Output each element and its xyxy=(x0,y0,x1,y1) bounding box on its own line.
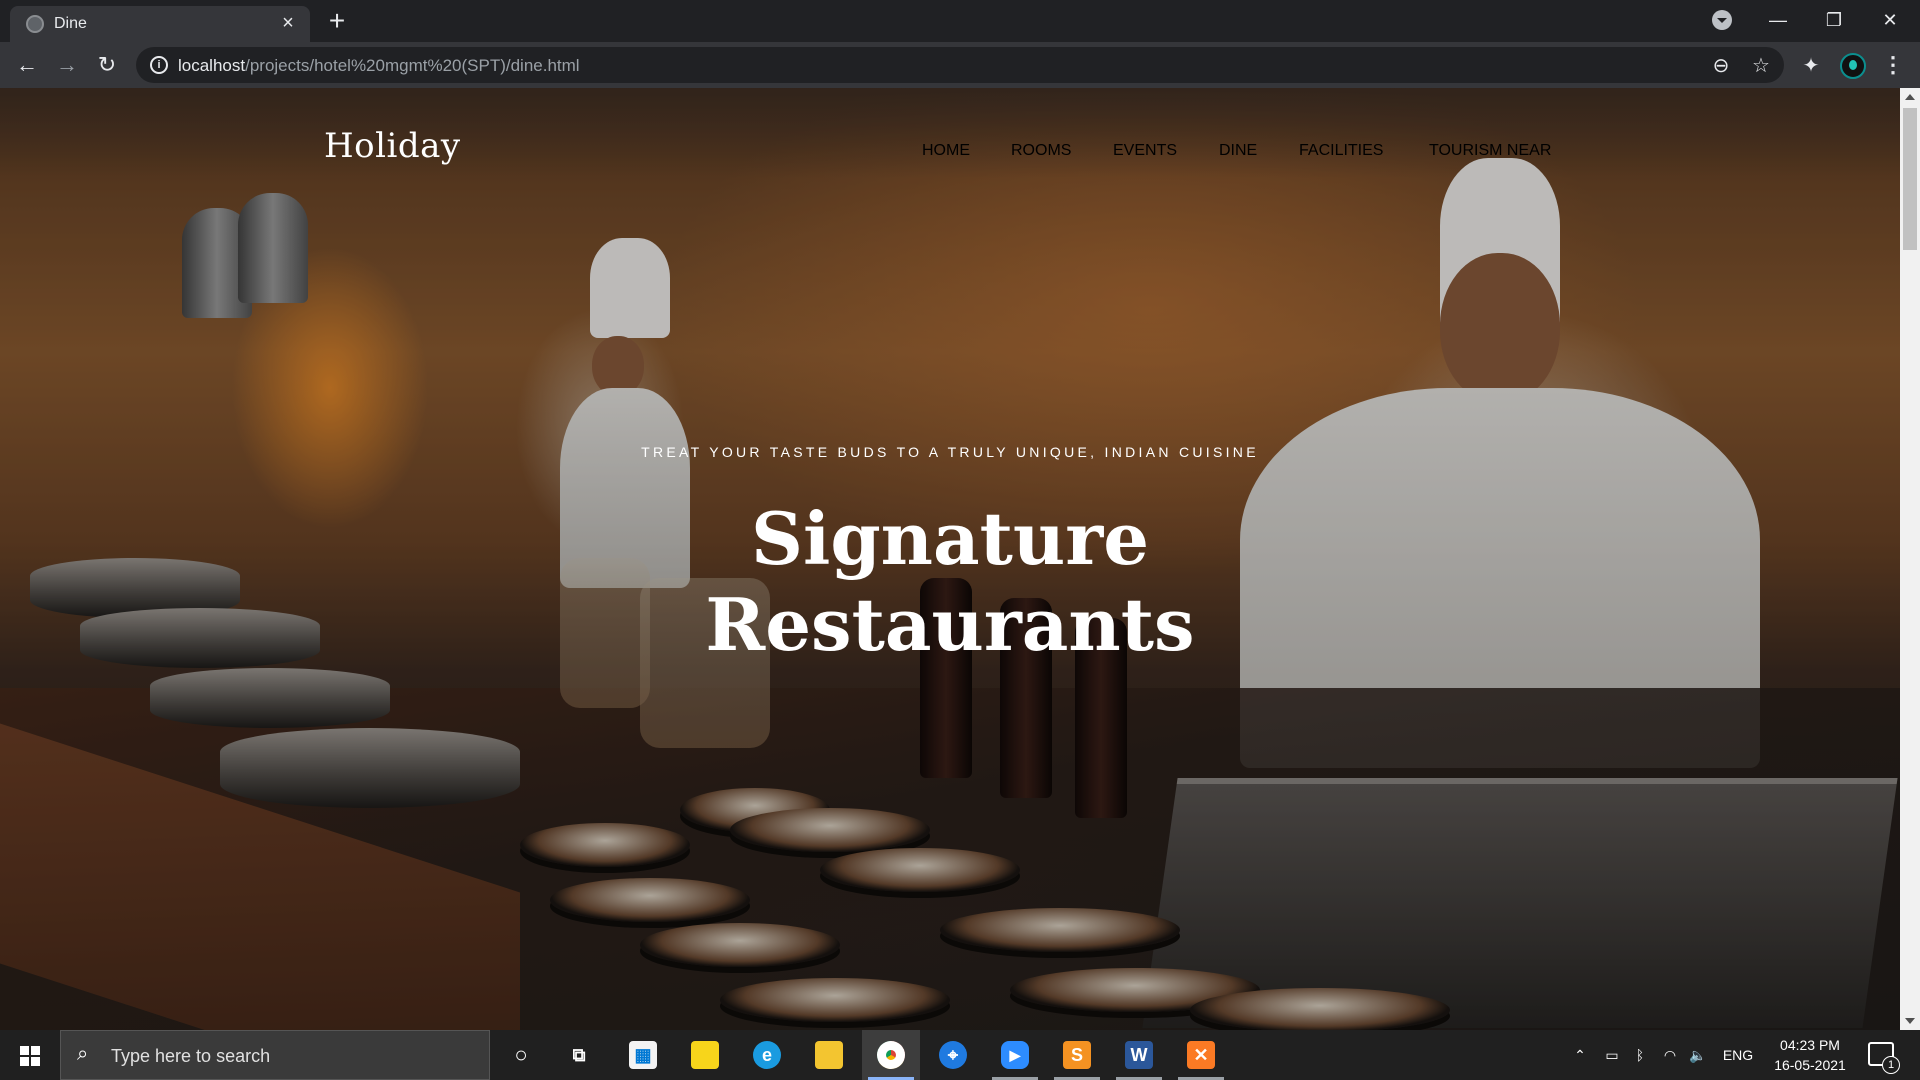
edge-icon: e xyxy=(753,1041,781,1069)
back-icon[interactable]: ← xyxy=(12,50,42,80)
tab-close-icon[interactable]: × xyxy=(276,11,300,35)
battery-icon[interactable]: ▭ xyxy=(1600,1030,1624,1080)
store-icon: ▦ xyxy=(629,1041,657,1069)
url-text[interactable]: localhost/projects/hotel%20mgmt%20(SPT)/… xyxy=(178,56,580,76)
address-bar[interactable]: i localhost/projects/hotel%20mgmt%20(SPT… xyxy=(136,47,1784,83)
task-view-icon: ⧉ xyxy=(572,1045,586,1065)
sublime-icon: S xyxy=(1063,1041,1091,1069)
browser-tab[interactable]: Dine × xyxy=(10,6,310,42)
taskbar-app-file-explorer[interactable] xyxy=(800,1030,858,1080)
browser-toolbar: ← → ↻ i localhost/projects/hotel%20mgmt%… xyxy=(0,42,1920,88)
taskbar-app-task-view[interactable]: ⧉ xyxy=(550,1030,608,1080)
sticky-notes-icon xyxy=(691,1041,719,1069)
nav-link-dine[interactable]: DINE xyxy=(1219,142,1257,160)
zoom-icon: ▶ xyxy=(1001,1041,1029,1069)
reload-icon[interactable]: ↻ xyxy=(92,50,122,80)
page-viewport: Holiday HOME ROOMS EVENTS DINE FACILITIE… xyxy=(0,88,1900,1030)
close-window-button[interactable]: ✕ xyxy=(1862,4,1918,36)
taskbar-clock[interactable]: 04:23 PM 16-05-2021 xyxy=(1764,1035,1856,1075)
taskbar-app-chrome[interactable] xyxy=(862,1030,920,1080)
site-logo[interactable]: Holiday xyxy=(324,126,461,166)
folder-icon xyxy=(815,1041,843,1069)
start-button[interactable] xyxy=(0,1030,58,1080)
cortana-icon: ○ xyxy=(514,1042,528,1067)
profile-avatar[interactable] xyxy=(1840,53,1866,79)
hero-subtitle: TREAT YOUR TASTE BUDS TO A TRULY UNIQUE,… xyxy=(641,444,1259,460)
globe-icon xyxy=(26,15,44,33)
site-info-icon[interactable]: i xyxy=(150,56,168,74)
windows-logo-icon xyxy=(31,1057,40,1066)
language-indicator[interactable]: ENG xyxy=(1718,1030,1758,1080)
scroll-down-icon[interactable] xyxy=(1905,1018,1915,1024)
taskbar-app-compass[interactable]: ⌖ xyxy=(924,1030,982,1080)
windows-logo-icon xyxy=(20,1057,29,1066)
search-icon: ⌕ xyxy=(77,1043,89,1065)
hero-title-line: Signature xyxy=(750,496,1150,581)
taskbar-app-store[interactable]: ▦ xyxy=(614,1030,672,1080)
volume-icon[interactable]: 🔈 xyxy=(1686,1030,1710,1080)
restore-button[interactable]: ❐ xyxy=(1806,4,1862,36)
scrollbar-thumb[interactable] xyxy=(1903,108,1917,250)
nav-link-facilities[interactable]: FACILITIES xyxy=(1299,142,1383,160)
notification-count-badge: 1 xyxy=(1882,1056,1900,1074)
taskbar-app-sublime[interactable]: S xyxy=(1048,1030,1106,1080)
taskbar-app-sticky-notes[interactable] xyxy=(676,1030,734,1080)
xampp-icon: ✕ xyxy=(1187,1041,1215,1069)
page-scrollbar[interactable] xyxy=(1900,88,1920,1030)
tab-search-button[interactable] xyxy=(1712,10,1732,30)
clock-time: 04:23 PM xyxy=(1780,1037,1840,1053)
scroll-up-icon[interactable] xyxy=(1905,94,1915,100)
extensions-icon[interactable]: ✦ xyxy=(1800,55,1822,77)
hero-title-line: Restaurants xyxy=(705,582,1195,667)
search-placeholder: Type here to search xyxy=(111,1046,271,1066)
taskbar-app-zoom[interactable]: ▶ xyxy=(986,1030,1044,1080)
hero-title: Signature Restaurants xyxy=(0,496,1900,668)
nav-link-events[interactable]: EVENTS xyxy=(1113,142,1177,160)
taskbar: ⌕ Type here to search ○ ⧉ ▦ e ⌖ ▶ S W ✕ … xyxy=(0,1030,1920,1080)
word-icon: W xyxy=(1125,1041,1153,1069)
windows-logo-icon xyxy=(31,1046,40,1055)
zoom-icon[interactable]: ⊖ xyxy=(1710,55,1732,77)
nav-link-rooms[interactable]: ROOMS xyxy=(1011,142,1071,160)
browser-tab-strip: Dine × + — ❐ ✕ xyxy=(0,0,1920,42)
new-tab-button[interactable]: + xyxy=(322,7,352,37)
chrome-icon xyxy=(877,1041,905,1069)
forward-icon[interactable]: → xyxy=(52,50,82,80)
chevron-up-icon[interactable]: ⌃ xyxy=(1568,1030,1592,1080)
taskbar-app-word[interactable]: W xyxy=(1110,1030,1168,1080)
nav-link-home[interactable]: HOME xyxy=(922,142,970,160)
bookmark-star-icon[interactable]: ☆ xyxy=(1750,55,1772,77)
browser-menu-icon[interactable]: ⋮ xyxy=(1882,54,1904,78)
nav-link-tourism-near[interactable]: TOURISM NEAR xyxy=(1429,142,1551,160)
windows-logo-icon xyxy=(20,1046,29,1055)
bluetooth-icon[interactable]: ᛒ xyxy=(1630,1030,1650,1080)
taskbar-app-edge[interactable]: e xyxy=(738,1030,796,1080)
taskbar-app-cortana[interactable]: ○ xyxy=(492,1030,550,1080)
taskbar-app-xampp[interactable]: ✕ xyxy=(1172,1030,1230,1080)
compass-icon: ⌖ xyxy=(939,1041,967,1069)
wifi-icon[interactable]: ◠ xyxy=(1658,1030,1682,1080)
tab-title: Dine xyxy=(54,15,87,32)
clock-date: 16-05-2021 xyxy=(1774,1057,1846,1073)
taskbar-search-box[interactable]: ⌕ Type here to search xyxy=(60,1030,490,1080)
minimize-button[interactable]: — xyxy=(1750,4,1806,36)
